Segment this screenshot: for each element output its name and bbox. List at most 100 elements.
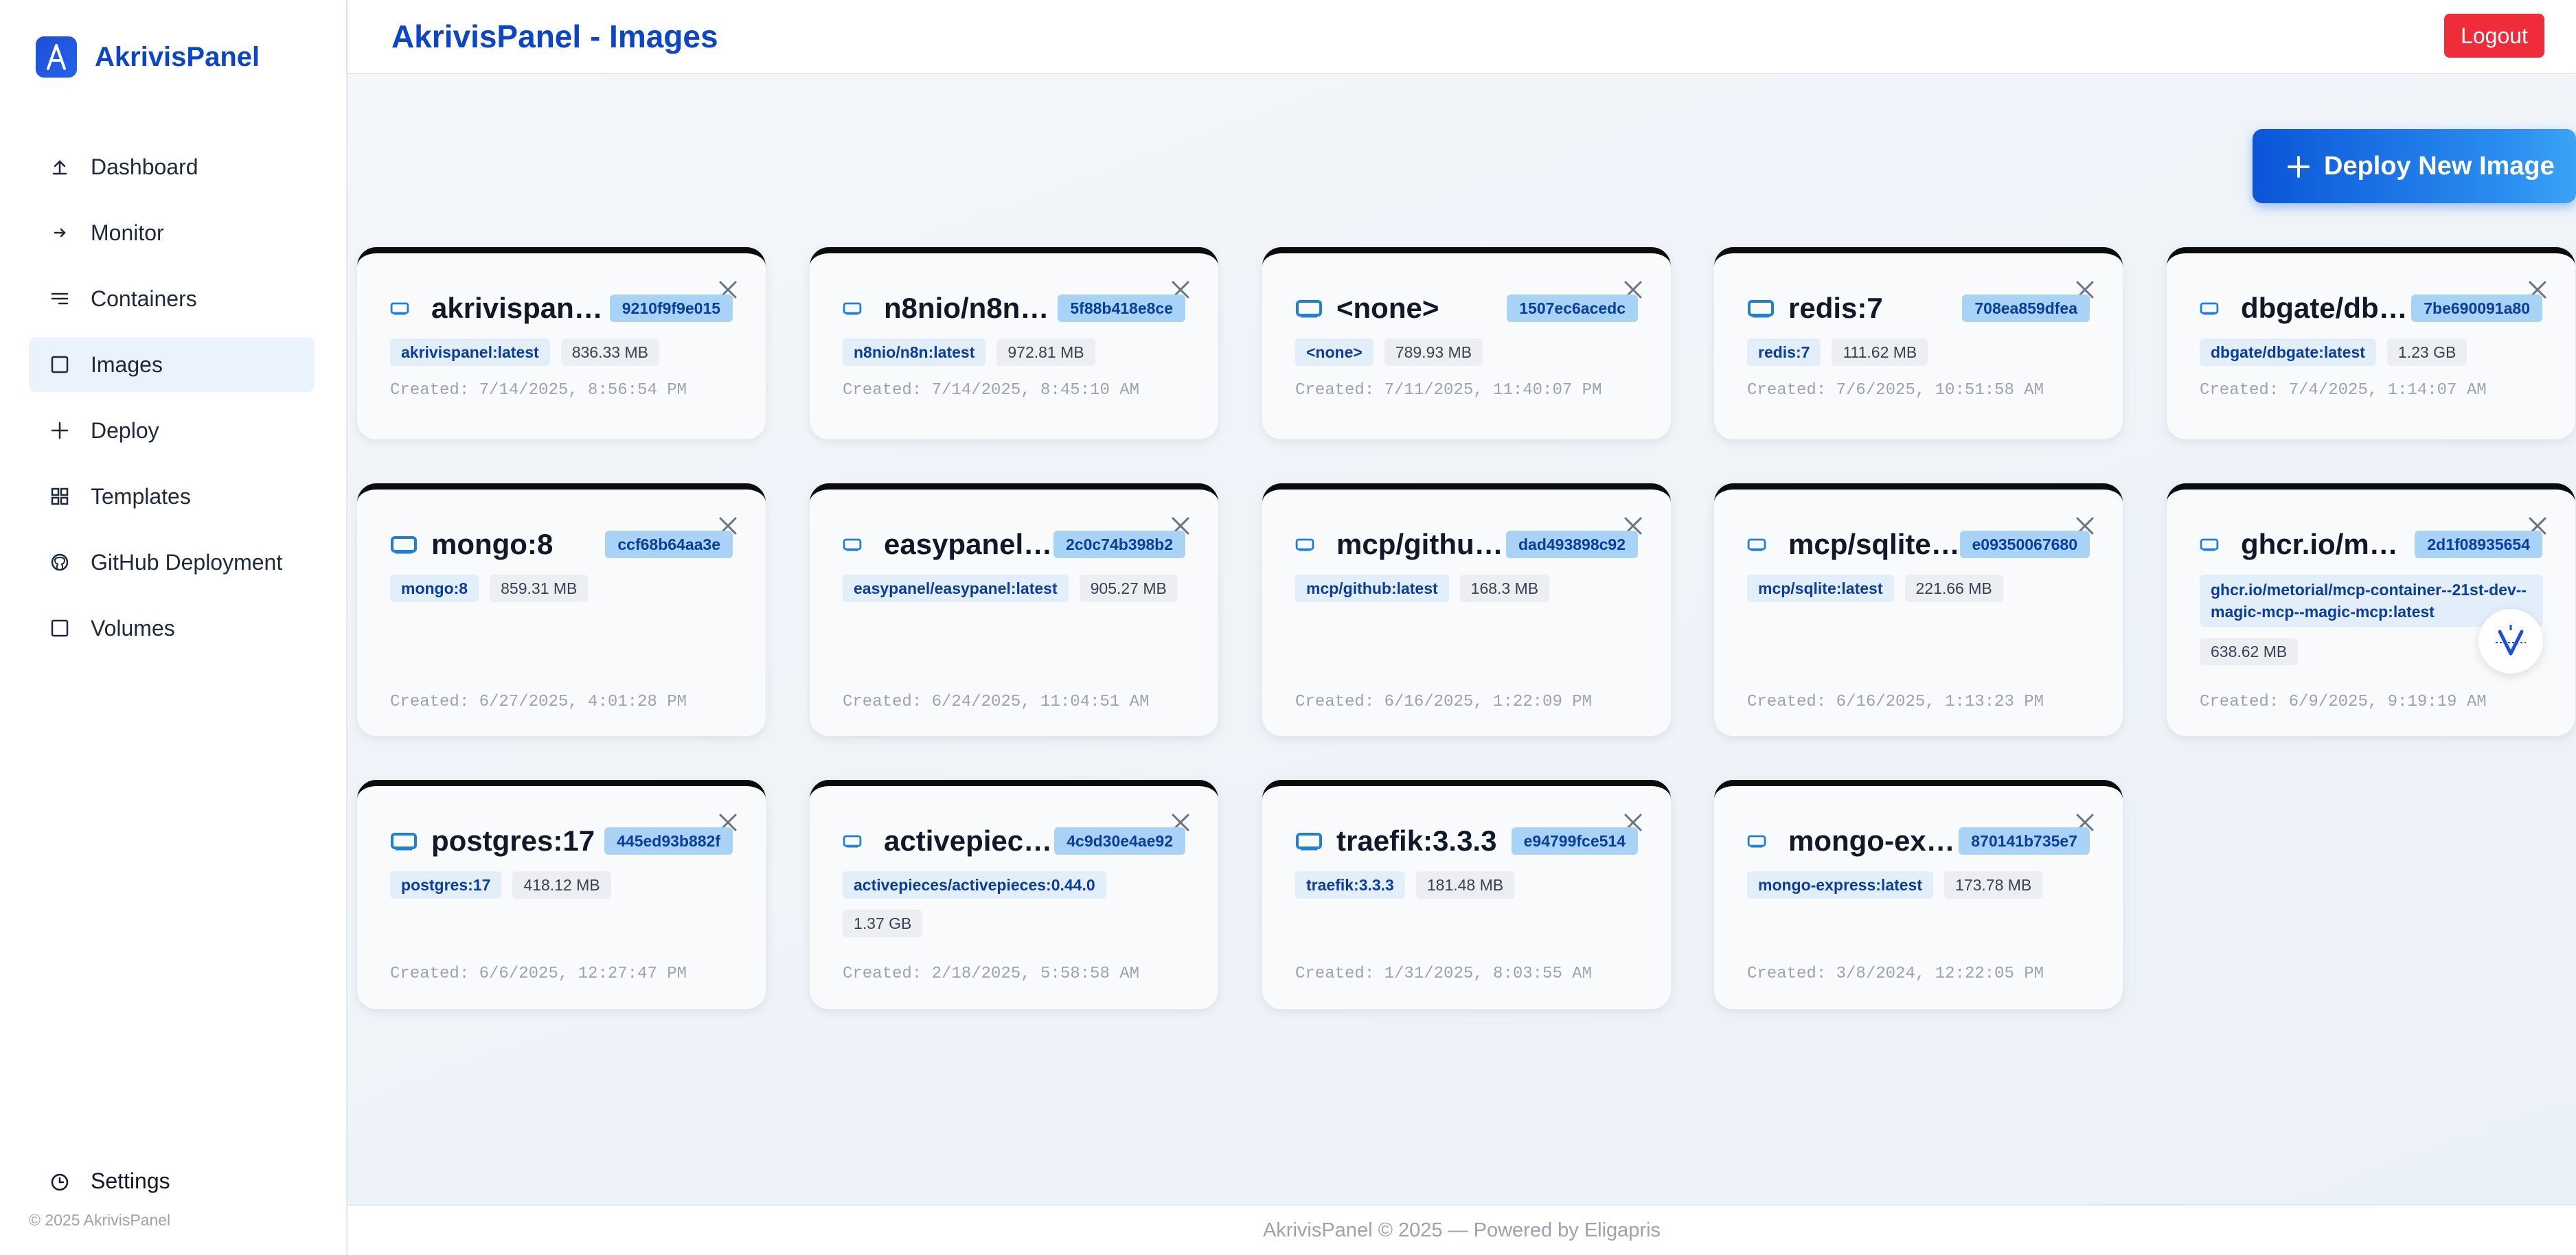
image-type-icon — [1747, 538, 1766, 551]
sidebar-item-label: Dashboard — [91, 154, 198, 179]
image-card[interactable]: redis:7 708ea859dfea redis:7 111.62 MB Cr… — [1714, 247, 2123, 439]
created-date: Created: 1/31/2025, 8:03:55 AM — [1295, 965, 1593, 983]
image-name: akrivispanel:latest — [431, 292, 603, 324]
image-tags: redis:7 111.62 MB — [1747, 338, 2090, 366]
created-date: Created: 7/4/2025, 1:14:07 AM — [2200, 381, 2487, 400]
square-icon — [49, 618, 70, 638]
image-id-badge: 708ea859dfea — [1962, 295, 2090, 322]
image-name: activepieces/activepieces:0.44.0 — [884, 825, 1056, 857]
image-name: easypanel/easypanel:latest — [884, 528, 1056, 560]
image-name: redis:7 — [1788, 292, 1883, 324]
image-card[interactable]: <none> 1507ec6acedc <none> 789.93 MB Crea… — [1262, 247, 1671, 439]
sidebar-item-label: Deploy — [91, 417, 159, 443]
sidebar-item-monitor[interactable]: Monitor — [29, 205, 315, 260]
sidebar-item-images[interactable]: Images — [29, 337, 315, 392]
image-size: 836.33 MB — [560, 338, 659, 366]
v-logo-icon — [2496, 625, 2526, 656]
sidebar-copyright: © 2025 AkrivisPanel — [29, 1211, 171, 1229]
image-tag: mcp/sqlite:latest — [1747, 575, 1894, 602]
image-name: mongo-express:latest — [1788, 825, 1960, 857]
image-card[interactable]: mcp/github:latest dad493898c92 mcp/githu… — [1262, 483, 1671, 736]
image-card[interactable]: traefik:3.3.3 e94799fce514 traefik:3.3.3… — [1262, 780, 1671, 1009]
image-type-icon — [1748, 300, 1774, 318]
image-size: 111.62 MB — [1832, 338, 1928, 366]
image-size: 221.66 MB — [1904, 575, 2003, 602]
image-tag: <none> — [1295, 338, 1374, 366]
image-name: mcp/sqlite:latest — [1788, 528, 1960, 560]
image-name: dbgate/dbgate:latest — [2241, 292, 2413, 324]
image-type-icon — [1295, 538, 1314, 551]
image-tag: mongo-express:latest — [1747, 871, 1934, 899]
image-id-badge: 1507ec6acedc — [1507, 295, 1638, 322]
image-tags: mongo-express:latest 173.78 MB — [1747, 871, 2090, 899]
created-date: Created: 6/9/2025, 9:19:19 AM — [2200, 693, 2487, 711]
image-id-badge: ccf68b64aa3e — [605, 531, 733, 558]
sidebar-item-settings[interactable]: Settings — [49, 1168, 170, 1194]
square-icon — [49, 354, 70, 375]
image-name: mcp/github:latest — [1336, 528, 1508, 560]
sidebar-item-deploy[interactable]: Deploy — [29, 403, 315, 458]
brand-logo-icon — [36, 36, 77, 78]
sidebar-item-label: Templates — [91, 483, 191, 509]
image-card[interactable]: postgres:17 445ed93b882f postgres:17 418.… — [357, 780, 766, 1009]
brand-name: AkrivisPanel — [95, 41, 260, 72]
created-date: Created: 6/16/2025, 1:22:09 PM — [1295, 693, 1593, 711]
image-tags: mcp/sqlite:latest 221.66 MB — [1747, 575, 2090, 602]
image-size: 173.78 MB — [1944, 871, 2043, 899]
deploy-new-image-button[interactable]: Deploy New Image — [2253, 129, 2576, 203]
image-name: traefik:3.3.3 — [1336, 825, 1497, 857]
top-header: AkrivisPanel - Images Logout — [347, 0, 2576, 74]
image-tags: easypanel/easypanel:latest 905.27 MB — [843, 575, 1186, 602]
image-tag: n8nio/n8n:latest — [843, 338, 986, 366]
image-tags: <none> 789.93 MB — [1295, 338, 1639, 366]
sidebar-item-containers[interactable]: Containers — [29, 271, 315, 326]
image-tags: traefik:3.3.3 181.48 MB — [1295, 871, 1639, 899]
image-card[interactable]: n8nio/n8n:latest 5f88b418e8ce n8nio/n8n:… — [810, 247, 1218, 439]
image-card[interactable]: mcp/sqlite:latest e09350067680 mcp/sqlit… — [1714, 483, 2123, 736]
image-card[interactable]: easypanel/easypanel:latest 2c0c74b398b2 … — [810, 483, 1218, 736]
sidebar-item-dashboard[interactable]: Dashboard — [29, 139, 315, 194]
image-tag: activepieces/activepieces:0.44.0 — [843, 871, 1106, 899]
image-card[interactable]: mongo:8 ccf68b64aa3e mongo:8 859.31 MB Cr… — [357, 483, 766, 736]
sidebar-item-volumes[interactable]: Volumes — [29, 601, 315, 656]
image-size: 859.31 MB — [490, 575, 589, 602]
sidebar-item-label: Volumes — [91, 615, 175, 641]
sidebar-item-github-deployment[interactable]: GitHub Deployment — [29, 535, 315, 590]
image-tag: mongo:8 — [390, 575, 479, 602]
image-type-icon — [2200, 538, 2219, 551]
created-date: Created: 7/11/2025, 11:40:07 PM — [1295, 381, 1602, 400]
image-type-icon — [1296, 300, 1322, 318]
created-date: Created: 6/6/2025, 12:27:47 PM — [390, 965, 687, 983]
image-tags: mcp/github:latest 168.3 MB — [1295, 575, 1639, 602]
image-id-badge: e09350067680 — [1959, 531, 2090, 558]
image-tags: postgres:17 418.12 MB — [390, 871, 733, 899]
deploy-button-label: Deploy New Image — [2324, 151, 2555, 181]
created-date: Created: 2/18/2025, 5:58:58 AM — [843, 965, 1140, 983]
image-tag: dbgate/dbgate:latest — [2200, 338, 2376, 366]
sidebar-item-templates[interactable]: Templates — [29, 469, 315, 524]
image-name: <none> — [1336, 292, 1439, 324]
image-card[interactable]: activepieces/activepieces:0.44.0 4c9d30e… — [810, 780, 1218, 1009]
image-size: 181.48 MB — [1415, 871, 1515, 899]
image-type-icon — [843, 538, 862, 551]
image-tag: akrivispanel:latest — [390, 338, 550, 366]
sidebar: AkrivisPanel Dashboard Monitor Container… — [0, 0, 347, 1255]
image-size: 1.23 GB — [2386, 338, 2467, 366]
upload-arrow-icon — [49, 157, 70, 177]
floating-logo-button[interactable] — [2478, 609, 2543, 673]
image-card[interactable]: dbgate/dbgate:latest 7be690091a80 dbgate… — [2167, 247, 2575, 439]
image-id-badge: e94799fce514 — [1511, 827, 1638, 855]
brand[interactable]: AkrivisPanel — [36, 36, 260, 78]
created-date: Created: 7/14/2025, 8:56:54 PM — [390, 381, 687, 400]
image-type-icon — [843, 302, 862, 315]
list-icon — [49, 288, 70, 309]
logout-button[interactable]: Logout — [2444, 14, 2544, 58]
image-name: postgres:17 — [431, 825, 595, 857]
settings-label: Settings — [91, 1168, 170, 1193]
image-tag: postgres:17 — [390, 871, 502, 899]
image-card[interactable]: akrivispanel:latest 9210f9f9e015 akrivis… — [357, 247, 766, 439]
image-type-icon — [391, 536, 417, 554]
image-card[interactable]: mongo-express:latest 870141b735e7 mongo-… — [1714, 780, 2123, 1009]
image-name: n8nio/n8n:latest — [884, 292, 1056, 324]
clock-icon — [49, 1171, 70, 1192]
